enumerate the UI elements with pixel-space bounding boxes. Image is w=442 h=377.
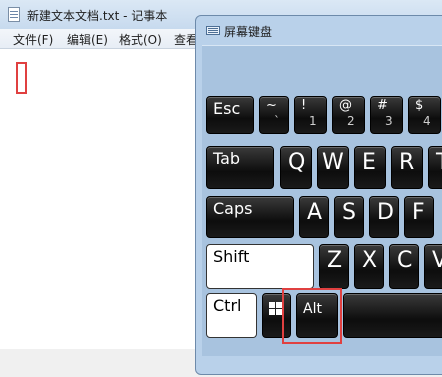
key-2[interactable]: @ 2 (332, 96, 365, 134)
key-1[interactable]: ! 1 (294, 96, 327, 134)
key-space[interactable] (343, 293, 442, 338)
key-ctrl[interactable]: Ctrl (206, 293, 257, 338)
key-e[interactable]: E (354, 146, 386, 189)
key-4[interactable]: $ 4 (408, 96, 441, 134)
key-tilde[interactable]: ~ ` (259, 96, 289, 134)
key-f[interactable]: F (404, 196, 434, 238)
menu-format[interactable]: 格式(O) (119, 31, 162, 48)
menu-file[interactable]: 文件(F) (13, 31, 53, 48)
notepad-app-icon (8, 7, 20, 22)
text-cursor-highlight (16, 62, 27, 94)
notepad-title: 新建文本文档.txt - 记事本 (27, 9, 168, 23)
key-q[interactable]: Q (280, 146, 312, 189)
key-t[interactable]: T (428, 146, 442, 189)
key-v[interactable]: V (424, 244, 442, 289)
key-shift[interactable]: Shift (206, 244, 314, 289)
key-caps[interactable]: Caps (206, 196, 294, 238)
alt-key-highlight (282, 288, 342, 344)
key-tab[interactable]: Tab (206, 146, 274, 189)
key-x[interactable]: X (354, 244, 384, 289)
key-3[interactable]: # 3 (370, 96, 403, 134)
key-c[interactable]: C (389, 244, 419, 289)
key-w[interactable]: W (317, 146, 349, 189)
key-z[interactable]: Z (319, 244, 349, 289)
osk-titlebar[interactable]: 屏幕键盘 (196, 16, 442, 44)
keyboard-icon (206, 26, 220, 35)
menu-edit[interactable]: 编辑(E) (67, 31, 108, 48)
osk-title: 屏幕键盘 (224, 25, 273, 39)
windows-logo-icon (269, 302, 283, 316)
key-d[interactable]: D (369, 196, 399, 238)
key-esc[interactable]: Esc (206, 96, 254, 134)
key-s[interactable]: S (334, 196, 364, 238)
key-r[interactable]: R (391, 146, 423, 189)
key-a[interactable]: A (299, 196, 329, 238)
